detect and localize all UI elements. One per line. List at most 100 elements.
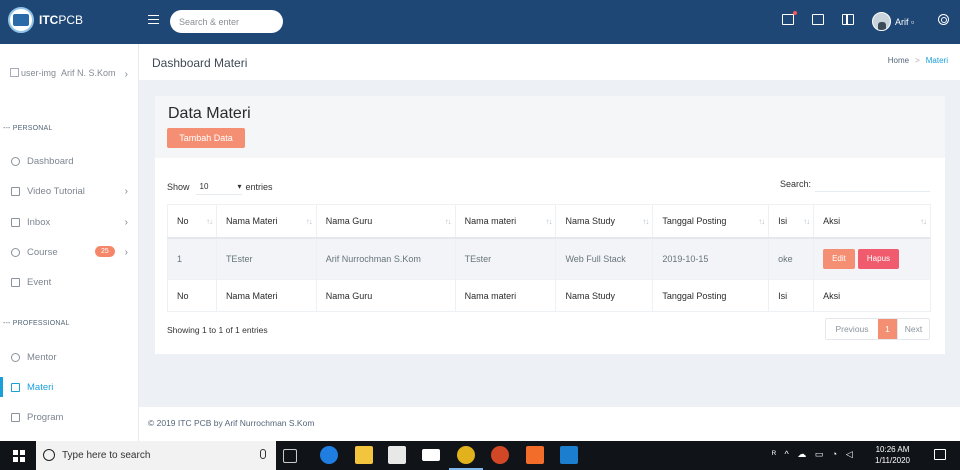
mail-icon[interactable] bbox=[782, 11, 797, 25]
chevron-right-icon[interactable]: › bbox=[125, 69, 128, 80]
card-header: Data Materi Tambah Data bbox=[155, 96, 945, 158]
cell-aksi: Edit Hapus bbox=[813, 237, 931, 280]
search-input[interactable] bbox=[170, 10, 283, 33]
page-title: Dashboard Materi bbox=[152, 56, 248, 70]
sidebar-item-video-tutorial[interactable]: Video Tutorial › bbox=[0, 181, 138, 201]
table-search-input[interactable] bbox=[815, 174, 930, 192]
sort-icon: ↑↓ bbox=[642, 217, 649, 226]
dashboard-icon bbox=[11, 156, 20, 166]
column-header-aksi[interactable]: Aksi ↑↓ bbox=[813, 204, 931, 239]
settings-gear-icon[interactable] bbox=[938, 14, 949, 25]
mentor-icon bbox=[11, 352, 20, 362]
edge-browser-icon[interactable] bbox=[320, 446, 338, 464]
sort-icon: ↑↓ bbox=[803, 217, 810, 226]
sort-icon: ↑↓ bbox=[205, 217, 213, 226]
table-footer-row: No Nama Materi Nama Guru Nama materi Nam… bbox=[167, 279, 931, 312]
clock[interactable]: 10:26 AM 1/11/2020 bbox=[875, 444, 910, 466]
menu-toggle-icon[interactable] bbox=[148, 15, 159, 24]
xampp-icon[interactable] bbox=[526, 446, 544, 464]
avatar[interactable] bbox=[872, 12, 891, 31]
column-header-tanggal-posting[interactable]: Tanggal Posting ↑↓ bbox=[652, 204, 770, 239]
table-search-label: Search: bbox=[780, 179, 812, 189]
cortana-circle-icon bbox=[43, 449, 55, 461]
breadcrumb: Home > Materi bbox=[887, 56, 948, 65]
data-materi-card: Data Materi Tambah Data Show 10 ▾ entries… bbox=[155, 96, 945, 354]
sort-icon: ↑↓ bbox=[920, 217, 927, 226]
sidebar-item-course[interactable]: Course 25 › bbox=[0, 242, 138, 262]
column-header-nama-materi-2[interactable]: Nama materi ↑↓ bbox=[454, 204, 557, 239]
broken-image-icon bbox=[10, 68, 19, 77]
sidebar-user-profile[interactable]: user-img Arif N. S.Kom bbox=[10, 67, 130, 79]
calendar-icon bbox=[11, 277, 20, 287]
task-view-icon[interactable] bbox=[283, 449, 297, 463]
book-icon[interactable] bbox=[842, 14, 854, 25]
footer-header-nama-guru: Nama Guru bbox=[315, 279, 456, 312]
column-header-isi[interactable]: Isi ↑↓ bbox=[768, 204, 815, 239]
materi-icon bbox=[11, 382, 20, 392]
previous-page-button[interactable]: Previous bbox=[826, 319, 878, 339]
file-explorer-icon[interactable] bbox=[355, 446, 373, 464]
notification-icon[interactable] bbox=[934, 449, 946, 460]
column-header-nama-materi[interactable]: Nama Materi ↑↓ bbox=[215, 204, 317, 239]
windows-start-icon[interactable] bbox=[13, 450, 25, 462]
caret-down-icon: ▾ bbox=[237, 182, 242, 191]
powerpoint-icon[interactable] bbox=[491, 446, 509, 464]
top-navbar: ITCPCB Arif ▫ bbox=[0, 0, 960, 44]
page-1-button[interactable]: 1 bbox=[878, 319, 897, 339]
store-icon[interactable] bbox=[388, 446, 406, 464]
app-logo[interactable]: ITCPCB bbox=[8, 7, 83, 33]
entries-select[interactable]: 10 ▾ bbox=[195, 179, 242, 195]
card-title: Data Materi bbox=[168, 105, 251, 122]
edit-button[interactable]: Edit bbox=[823, 248, 855, 269]
footer-header-nama-study: Nama Study bbox=[555, 279, 654, 312]
cell-no: 1 bbox=[167, 237, 217, 280]
vscode-icon[interactable] bbox=[560, 446, 578, 464]
sidebar-item-mentor[interactable]: Mentor bbox=[0, 347, 138, 367]
sort-icon: ↑↓ bbox=[758, 217, 765, 226]
cell-nama-materi: TEster bbox=[215, 237, 317, 280]
sidebar-item-inbox[interactable]: Inbox › bbox=[0, 212, 138, 232]
footer-copyright: © 2019 ITC PCB by Arif Nurrochman S.Kom bbox=[148, 418, 315, 428]
microphone-icon[interactable] bbox=[260, 449, 266, 459]
table-header-row: No ↑↓ Nama Materi ↑↓ Nama Guru ↑↓ Nama mate… bbox=[167, 204, 931, 239]
sidebar-item-dashboard[interactable]: Dashboard bbox=[0, 151, 138, 171]
sort-icon: ↑↓ bbox=[444, 217, 452, 226]
footer-header-no: No bbox=[167, 279, 217, 312]
entries-length-control: Show 10 ▾ entries bbox=[167, 179, 273, 195]
sidebar: user-img Arif N. S.Kom › --- PERSONAL Da… bbox=[0, 44, 139, 441]
taskbar-search[interactable]: Type here to search bbox=[36, 441, 276, 470]
logo-text: ITCPCB bbox=[39, 13, 84, 27]
edit-icon[interactable] bbox=[812, 14, 824, 25]
table-row: 1 TEster Arif Nurrochman S.Kom TEster We… bbox=[167, 237, 931, 280]
section-label-professional: --- PROFESSIONAL bbox=[3, 320, 70, 327]
breadcrumb-home[interactable]: Home bbox=[888, 56, 909, 65]
logo-emblem-icon bbox=[8, 7, 34, 33]
cell-tanggal-posting: 2019-10-15 bbox=[652, 237, 770, 280]
user-menu[interactable]: Arif ▫ bbox=[895, 17, 914, 27]
chevron-right-icon: › bbox=[124, 185, 128, 197]
page-header: Dashboard Materi Home > Materi bbox=[139, 44, 960, 80]
footer-header-isi: Isi bbox=[768, 279, 815, 312]
footer-header-nama-materi: Nama Materi bbox=[215, 279, 317, 312]
program-icon bbox=[11, 412, 20, 422]
page-footer: © 2019 ITC PCB by Arif Nurrochman S.Kom bbox=[139, 407, 960, 441]
pagination: Previous 1 Next bbox=[825, 318, 930, 340]
sidebar-item-materi[interactable]: Materi bbox=[0, 377, 138, 397]
delete-button[interactable]: Hapus bbox=[857, 248, 900, 269]
sidebar-item-program[interactable]: Program bbox=[0, 407, 138, 427]
section-label-personal: --- PERSONAL bbox=[3, 125, 53, 132]
mail-app-icon[interactable] bbox=[422, 449, 440, 461]
system-tray-icons[interactable]: ᴿ ^ ☁ ▭ ◔ ◁ bbox=[772, 449, 856, 460]
sidebar-item-event[interactable]: Event bbox=[0, 272, 138, 292]
chevron-right-icon: › bbox=[124, 246, 128, 258]
column-header-no[interactable]: No ↑↓ bbox=[167, 204, 217, 239]
cell-nama-materi-2: TEster bbox=[454, 237, 557, 280]
chrome-icon[interactable] bbox=[449, 446, 483, 470]
column-header-nama-guru[interactable]: Nama Guru ↑↓ bbox=[315, 204, 456, 239]
table-info: Showing 1 to 1 of 1 entries bbox=[167, 325, 268, 335]
next-page-button[interactable]: Next bbox=[897, 319, 929, 339]
column-header-nama-study[interactable]: Nama Study ↑↓ bbox=[555, 204, 654, 239]
course-icon bbox=[11, 247, 20, 257]
chevron-right-icon: › bbox=[124, 216, 128, 228]
add-data-button[interactable]: Tambah Data bbox=[167, 128, 245, 148]
